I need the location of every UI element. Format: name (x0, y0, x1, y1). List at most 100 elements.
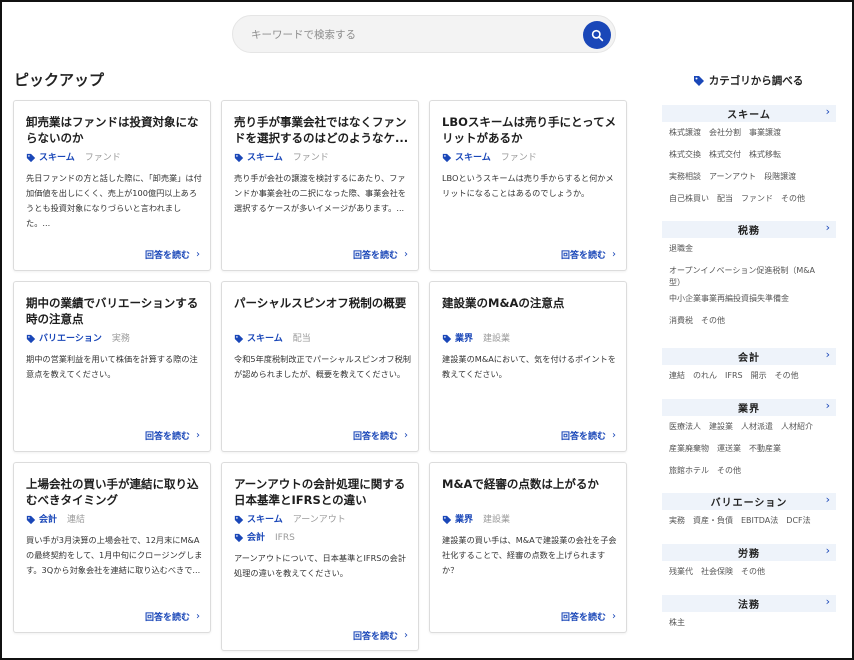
tag-category[interactable]: 業界 (455, 511, 473, 529)
read-answer-link[interactable]: 回答を読む › (353, 248, 408, 261)
category-link[interactable]: 開示 (751, 370, 767, 381)
card-description: 売り手が会社の譲渡を検討するにあたり、ファンドか事業会社の二択になった際、事業会… (234, 173, 406, 213)
category-link[interactable]: 運送業 (717, 443, 741, 454)
category-link[interactable]: 不動産業 (749, 443, 781, 454)
category-link[interactable]: 実務相談 (669, 171, 701, 182)
category-link[interactable]: 株式譲渡 (669, 127, 701, 138)
category-link[interactable]: ファンド (741, 193, 773, 204)
category-link[interactable]: 医療法人 (669, 421, 701, 432)
category-link[interactable]: 段階譲渡 (764, 171, 796, 182)
card-description: 建設業のM&Aにおいて、気を付けるポイントを教えてください。 (442, 354, 616, 379)
category-link[interactable]: EBITDA法 (741, 515, 778, 526)
read-answer-link[interactable]: 回答を読む › (145, 610, 200, 623)
category-link[interactable]: 株式交換 (669, 149, 701, 160)
tag-category[interactable]: バリエーション (39, 330, 102, 348)
category-link[interactable]: その他 (701, 315, 725, 326)
category-link[interactable]: 株式交付 (709, 149, 741, 160)
card-title[interactable]: 上場会社の買い手が連結に取り込むべきタイミング (26, 476, 202, 508)
read-answer-label: 回答を読む (560, 251, 606, 261)
tag-subcategory[interactable]: ファンド (85, 149, 121, 167)
category-header[interactable]: 税務 › (662, 221, 836, 238)
read-answer-link[interactable]: 回答を読む › (353, 429, 408, 442)
tag-category[interactable]: スキーム (247, 511, 283, 529)
read-answer-link[interactable]: 回答を読む › (145, 429, 200, 442)
card-title[interactable]: 売り手が事業会社ではなくファンドを選択するのはどのようなケ... (234, 114, 410, 146)
tag-subcategory[interactable]: ファンド (501, 149, 537, 167)
tag-subcategory[interactable]: 実務 (112, 330, 130, 348)
tag-category[interactable]: スキーム (247, 330, 283, 348)
question-card[interactable]: 期中の業績でバリエーションする時の注意点 バリエーション 実務 期中の営業利益を用… (13, 281, 211, 452)
category-link[interactable]: その他 (717, 465, 741, 476)
card-title[interactable]: アーンアウトの会計処理に関する日本基準とIFRSとの違い (234, 476, 410, 508)
category-link[interactable]: 人材派遣 (741, 421, 773, 432)
category-link[interactable]: 自己株買い (669, 193, 709, 204)
category-link[interactable]: 株式移転 (749, 149, 781, 160)
tag-subcategory[interactable]: 建設業 (483, 511, 510, 529)
question-card[interactable]: パーシャルスピンオフ税制の概要 スキーム 配当 令和5年度税制改正でパーシャルスピ… (221, 281, 419, 452)
category-link[interactable]: 資産・負債 (693, 515, 733, 526)
tag-subcategory[interactable]: 連結 (67, 511, 85, 529)
category-link[interactable]: その他 (775, 370, 799, 381)
tag-subcategory[interactable]: IFRS (275, 529, 295, 547)
tag-category[interactable]: スキーム (247, 149, 283, 167)
tag-subcategory[interactable]: 配当 (293, 330, 311, 348)
card-title[interactable]: パーシャルスピンオフ税制の概要 (234, 295, 410, 311)
category-header[interactable]: 会計 › (662, 348, 836, 365)
category-link[interactable]: 消費税 (669, 315, 693, 326)
read-answer-link[interactable]: 回答を読む › (145, 248, 200, 261)
category-link[interactable]: その他 (781, 193, 805, 204)
read-answer-link[interactable]: 回答を読む › (561, 610, 616, 623)
tag-subcategory[interactable]: ファンド (293, 149, 329, 167)
search-input[interactable] (251, 25, 571, 45)
question-card[interactable]: M&Aで経審の点数は上がるか 業界 建設業 建設業の買い手は、M&Aで建設業の会社… (429, 462, 627, 633)
card-title[interactable]: M&Aで経審の点数は上がるか (442, 476, 618, 492)
read-answer-link[interactable]: 回答を読む › (353, 629, 408, 642)
tag-category[interactable]: 業界 (455, 330, 473, 348)
tag-subcategory[interactable]: 建設業 (483, 330, 510, 348)
category-link[interactable]: 中小企業事業再編投資損失準備金 (669, 293, 789, 304)
category-link[interactable]: 産業廃棄物 (669, 443, 709, 454)
category-link[interactable]: 建設業 (709, 421, 733, 432)
category-header[interactable]: スキーム › (662, 105, 836, 122)
category-link[interactable]: 連結 (669, 370, 685, 381)
category-link[interactable]: DCF法 (786, 515, 810, 526)
category-link[interactable]: オープンイノベーション促進税制（M&A型） (669, 265, 824, 289)
category-link[interactable]: その他 (741, 566, 765, 577)
category-link[interactable]: 旅館ホテル (669, 465, 709, 476)
category-header[interactable]: 業界 › (662, 399, 836, 416)
category-link[interactable]: 社会保険 (701, 566, 733, 577)
category-link[interactable]: IFRS (725, 371, 743, 380)
category-link[interactable]: 人材紹介 (781, 421, 813, 432)
category-link[interactable]: 実務 (669, 515, 685, 526)
question-card[interactable]: 上場会社の買い手が連結に取り込むべきタイミング 会計 連結 買い手が3月決算の上場… (13, 462, 211, 633)
category-link[interactable]: 会社分割 (709, 127, 741, 138)
category-link[interactable]: 残業代 (669, 566, 693, 577)
card-title[interactable]: 建設業のM&Aの注意点 (442, 295, 618, 311)
category-header[interactable]: バリエーション › (662, 493, 836, 510)
category-link[interactable]: のれん (693, 370, 717, 381)
category-link[interactable]: アーンアウト (709, 171, 756, 182)
tag-subcategory[interactable]: アーンアウト (293, 511, 346, 529)
tag-category[interactable]: 会計 (39, 511, 57, 529)
question-card[interactable]: 卸売業はファンドは投資対象にならないのか スキーム ファンド 先日ファンドの方と話… (13, 100, 211, 271)
read-answer-label: 回答を読む (144, 613, 190, 623)
category-header[interactable]: 法務 › (662, 595, 836, 612)
category-link[interactable]: 株主 (669, 617, 685, 628)
tag-category[interactable]: スキーム (39, 149, 75, 167)
category-header[interactable]: 労務 › (662, 544, 836, 561)
search-button[interactable] (583, 21, 611, 49)
card-title[interactable]: 期中の業績でバリエーションする時の注意点 (26, 295, 202, 327)
card-title[interactable]: LBOスキームは売り手にとってメリットがあるか (442, 114, 618, 146)
question-card[interactable]: 売り手が事業会社ではなくファンドを選択するのはどのようなケ... スキーム ファン… (221, 100, 419, 271)
question-card[interactable]: 建設業のM&Aの注意点 業界 建設業 建設業のM&Aにおいて、気を付けるポイントを… (429, 281, 627, 452)
category-link[interactable]: 退職金 (669, 243, 693, 254)
question-card[interactable]: アーンアウトの会計処理に関する日本基準とIFRSとの違い スキーム アーンアウト … (221, 462, 419, 651)
category-link[interactable]: 配当 (717, 193, 733, 204)
tag-category[interactable]: 会計 (247, 529, 265, 547)
tag-category[interactable]: スキーム (455, 149, 491, 167)
read-answer-link[interactable]: 回答を読む › (561, 429, 616, 442)
read-answer-link[interactable]: 回答を読む › (561, 248, 616, 261)
card-title[interactable]: 卸売業はファンドは投資対象にならないのか (26, 114, 202, 146)
question-card[interactable]: LBOスキームは売り手にとってメリットがあるか スキーム ファンド LBOというス… (429, 100, 627, 271)
category-link[interactable]: 事業譲渡 (749, 127, 781, 138)
